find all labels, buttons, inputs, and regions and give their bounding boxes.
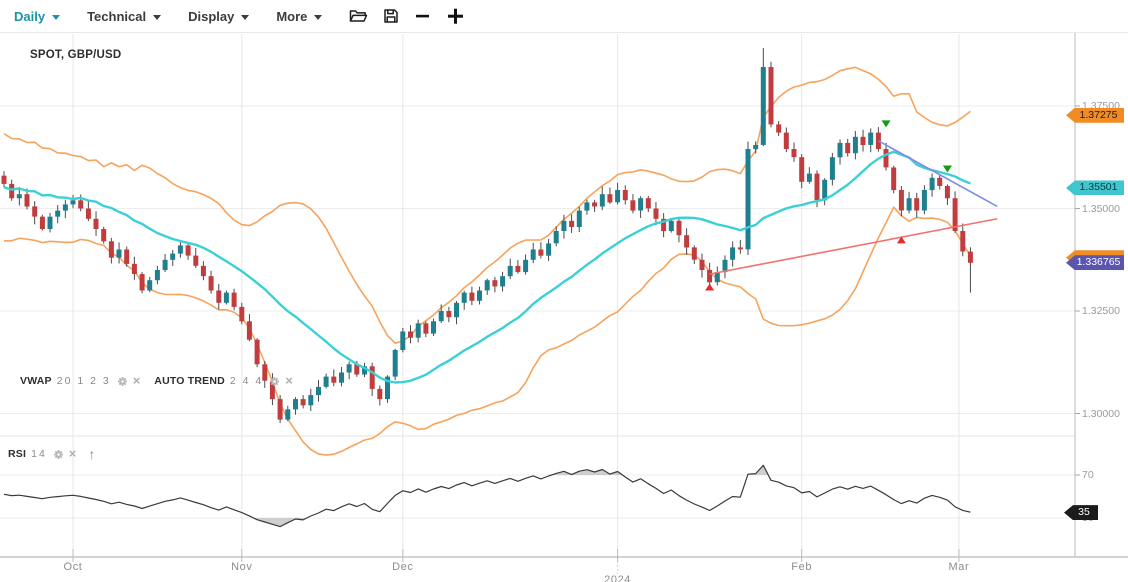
vwap-indicator-label: VWAP	[20, 375, 52, 387]
sell-signal-icon	[943, 165, 952, 172]
technical-menu[interactable]: Technical	[87, 9, 161, 24]
candles	[2, 48, 973, 423]
timeframe-menu[interactable]: Daily	[14, 9, 60, 24]
chevron-down-icon	[52, 15, 60, 20]
symbol-label: SPOT, GBP/USD	[30, 49, 121, 61]
x-axis-label: Feb	[791, 561, 812, 573]
save-icon[interactable]	[383, 8, 399, 24]
x-axis-label: Nov	[231, 561, 252, 573]
zoom-out-icon[interactable]	[414, 8, 431, 24]
upper-band-price-badge: 1.37275	[1066, 108, 1124, 123]
last-price-badge: 1.336765	[1066, 255, 1124, 270]
rsi-level-label: 70	[1082, 469, 1094, 481]
x-axis-label: Oct	[64, 561, 83, 573]
auto-trend-indicator-params: 2 4 4	[230, 375, 263, 387]
close-icon[interactable]: ×	[285, 376, 293, 386]
y-axis-label: 1.35000	[1082, 203, 1120, 215]
arrow-up-icon[interactable]: ↑	[88, 446, 95, 462]
more-menu[interactable]: More	[276, 9, 322, 24]
gear-icon[interactable]	[117, 376, 128, 387]
gear-icon[interactable]	[269, 376, 280, 387]
price-chart-canvas[interactable]	[0, 0, 1128, 582]
rsi-line	[4, 465, 970, 526]
close-icon[interactable]: ×	[69, 449, 77, 459]
chevron-down-icon	[314, 15, 322, 20]
x-axis-label: 2024	[604, 574, 631, 582]
y-axis-label: 1.32500	[1082, 305, 1120, 317]
chevron-down-icon	[153, 15, 161, 20]
auto-trend-indicator-label: AUTO TREND	[154, 375, 225, 387]
timeframe-menu-label: Daily	[14, 9, 45, 24]
vwap-bands	[4, 67, 970, 455]
toolbar: Daily Technical Display More	[0, 0, 1128, 33]
zoom-in-icon[interactable]	[446, 7, 465, 25]
buy-signal-icon	[705, 284, 714, 291]
vwap-indicator-params: 20 1 2 3	[57, 375, 111, 387]
rsi-indicator-legend: RSI 14 × ↑	[8, 446, 95, 462]
chevron-down-icon	[241, 15, 249, 20]
auto-trend-line	[878, 141, 997, 207]
x-axis-label: Mar	[949, 561, 970, 573]
technical-menu-label: Technical	[87, 9, 146, 24]
more-menu-label: More	[276, 9, 307, 24]
folder-open-icon[interactable]	[349, 8, 368, 24]
rsi-indicator-params: 14	[31, 448, 47, 460]
gear-icon[interactable]	[53, 449, 64, 460]
rsi-indicator-label: RSI	[8, 448, 26, 460]
indicator-legend: VWAP 20 1 2 3 × AUTO TREND 2 4 4 ×	[20, 375, 293, 387]
x-axis-label: Dec	[392, 561, 413, 573]
y-axis-label: 1.30000	[1082, 408, 1120, 420]
close-icon[interactable]: ×	[133, 376, 141, 386]
display-menu-label: Display	[188, 9, 234, 24]
sell-signal-icon	[882, 120, 891, 127]
display-menu[interactable]: Display	[188, 9, 249, 24]
vwap-price-badge: 1.35501	[1066, 180, 1124, 195]
